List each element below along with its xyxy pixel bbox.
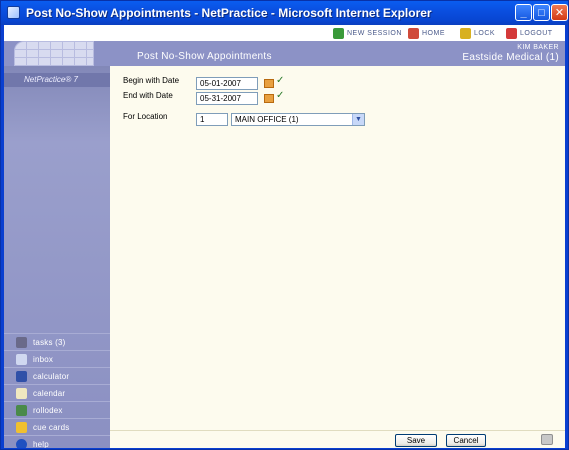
sidebar-item-label: calculator bbox=[33, 371, 70, 381]
sidebar-item-inbox[interactable]: inbox bbox=[4, 350, 110, 367]
sidebar-item-label: rollodex bbox=[33, 405, 63, 415]
close-button[interactable]: ✕ bbox=[551, 4, 568, 21]
sidebar-item-label: inbox bbox=[33, 354, 54, 364]
minimize-button[interactable]: _ bbox=[515, 4, 532, 21]
browser-window: Post No-Show Appointments - NetPractice … bbox=[0, 0, 569, 450]
inbox-icon bbox=[16, 353, 27, 365]
sidebar-item-label: cue cards bbox=[33, 422, 70, 432]
footer-bar: Save Cancel bbox=[110, 430, 565, 448]
title-bar: Post No-Show Appointments - NetPractice … bbox=[1, 1, 568, 25]
begin-date-label: Begin with Date bbox=[123, 76, 180, 85]
practice-name: Eastside Medical (1) bbox=[462, 52, 559, 63]
sidebar: NetPractice® 7 tasks (3) inbox calculato… bbox=[4, 66, 110, 448]
utility-bar: New Session Home Lock Logout bbox=[4, 25, 565, 41]
home-icon bbox=[408, 27, 419, 39]
cue-cards-icon bbox=[16, 421, 27, 433]
help-icon bbox=[16, 438, 27, 448]
calendar-icon bbox=[16, 387, 27, 399]
header-band: Post No-Show Appointments KIM BAKER East… bbox=[4, 41, 565, 66]
home-label: Home bbox=[422, 29, 445, 37]
lock-icon bbox=[460, 27, 471, 39]
location-id-input[interactable] bbox=[196, 113, 228, 126]
cancel-button[interactable]: Cancel bbox=[446, 434, 486, 447]
logout-label: Logout bbox=[520, 29, 553, 37]
sidebar-item-label: calendar bbox=[33, 388, 66, 398]
main-panel: Begin with Date ✓ End with Date ✓ For Lo… bbox=[110, 66, 565, 430]
home-link[interactable]: Home bbox=[408, 26, 445, 40]
page-title: Post No-Show Appointments bbox=[137, 51, 272, 62]
sidebar-item-label: help bbox=[33, 439, 49, 449]
save-button[interactable]: Save bbox=[395, 434, 437, 447]
sidebar-item-cue-cards[interactable]: cue cards bbox=[4, 418, 110, 435]
chevron-down-icon[interactable]: ▼ bbox=[352, 114, 364, 125]
location-select[interactable]: MAIN OFFICE (1) ▼ bbox=[231, 113, 365, 126]
sidebar-item-rollodex[interactable]: rollodex bbox=[4, 401, 110, 418]
end-date-input[interactable] bbox=[196, 92, 258, 105]
sidebar-item-label: tasks (3) bbox=[33, 337, 66, 347]
maximize-button[interactable]: □ bbox=[533, 4, 550, 21]
new-session-link[interactable]: New Session bbox=[333, 26, 402, 40]
sidebar-item-calendar[interactable]: calendar bbox=[4, 384, 110, 401]
logout-icon bbox=[506, 27, 517, 39]
logo-grid-graphic bbox=[14, 41, 94, 66]
lock-link[interactable]: Lock bbox=[460, 26, 495, 40]
check-icon: ✓ bbox=[276, 90, 285, 101]
sidebar-item-help[interactable]: help bbox=[4, 435, 110, 448]
tasks-icon bbox=[16, 336, 27, 348]
calculator-icon bbox=[16, 370, 27, 382]
printer-icon[interactable] bbox=[541, 434, 553, 445]
sidebar-item-calculator[interactable]: calculator bbox=[4, 367, 110, 384]
new-session-label: New Session bbox=[347, 29, 402, 37]
browser-content: New Session Home Lock Logout Post No-Sho… bbox=[4, 25, 565, 448]
window-title: Post No-Show Appointments - NetPractice … bbox=[26, 6, 432, 20]
calendar-picker-icon[interactable] bbox=[264, 94, 274, 103]
end-date-label: End with Date bbox=[123, 91, 173, 100]
logout-link[interactable]: Logout bbox=[506, 26, 553, 40]
calendar-picker-icon[interactable] bbox=[264, 79, 274, 88]
begin-date-input[interactable] bbox=[196, 77, 258, 90]
location-select-value: MAIN OFFICE (1) bbox=[235, 115, 299, 124]
sidebar-item-tasks[interactable]: tasks (3) bbox=[4, 333, 110, 350]
location-label: For Location bbox=[123, 112, 168, 121]
ie-icon bbox=[7, 6, 20, 19]
rolodex-icon bbox=[16, 404, 27, 416]
user-name: KIM BAKER bbox=[517, 44, 559, 51]
lock-label: Lock bbox=[474, 29, 496, 37]
new-session-icon bbox=[333, 27, 344, 39]
check-icon: ✓ bbox=[276, 75, 285, 86]
brand-logo: NetPractice® 7 bbox=[4, 73, 110, 87]
